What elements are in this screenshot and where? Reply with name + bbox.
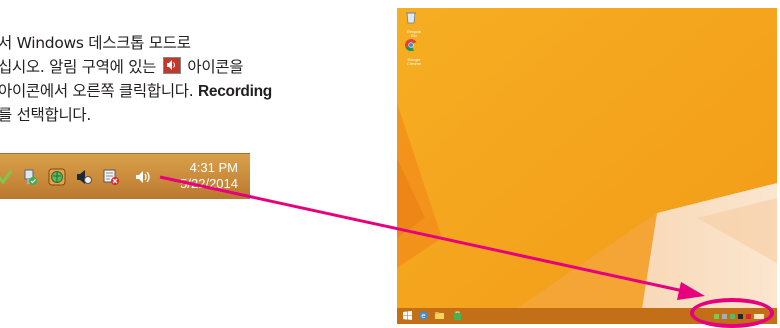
clock-date: 5/22/2014	[180, 176, 238, 191]
volume-icon[interactable]	[134, 168, 152, 186]
tray-clock[interactable]: 4:31 PM 5/22/2014	[180, 160, 238, 192]
instruction-line-2: 십시오. 알림 구역에 있는 아이콘을	[0, 55, 383, 79]
instruction-line-4: 를 선택합니다.	[0, 106, 92, 124]
instruction-text: 서 Windows 데스크톱 모드로 십시오. 알림 구역에 있는 아이콘을 아…	[0, 31, 383, 127]
instruction-line-2-before: 십시오. 알림 구역에 있는	[0, 58, 161, 76]
recycle-bin-icon	[406, 12, 416, 24]
svg-text:e: e	[421, 312, 425, 320]
instruction-line-3-text: 아이콘에서 오른쪽 클릭합니다.	[0, 82, 198, 100]
desktop-screenshot: Recycle Bin Google Chrome e	[397, 8, 777, 324]
chrome-icon	[405, 39, 418, 52]
desktop-icon-chrome[interactable]: Google Chrome	[404, 38, 424, 66]
store-icon[interactable]	[453, 311, 462, 320]
notification-area-crop: 4:31 PM 5/22/2014	[0, 153, 250, 199]
file-explorer-icon[interactable]	[435, 311, 444, 320]
network-globe-icon[interactable]	[48, 168, 66, 186]
speaker-muted-icon[interactable]	[74, 168, 92, 186]
desktop-icon-recycle-bin[interactable]: Recycle Bin	[404, 10, 424, 38]
internet-explorer-icon[interactable]: e	[419, 311, 428, 320]
chrome-label: Google Chrome	[406, 57, 422, 66]
action-center-icon[interactable]	[102, 168, 120, 186]
clock-time: 4:31 PM	[189, 160, 238, 175]
usb-icon[interactable]	[20, 168, 38, 186]
desktop-wallpaper	[397, 8, 777, 324]
recording-label: Recording	[198, 83, 272, 100]
instruction-line-1: 서 Windows 데스크톱 모드로	[0, 34, 191, 52]
recycle-bin-label: Recycle Bin	[406, 29, 422, 38]
start-icon[interactable]	[403, 311, 412, 320]
checkmark-icon[interactable]	[0, 168, 14, 186]
instruction-line-2-after: 아이콘을	[182, 58, 244, 76]
instruction-line-3: 아이콘에서 오른쪽 클릭합니다. Recording	[0, 79, 383, 103]
highlight-circle	[690, 298, 774, 328]
speaker-icon	[162, 57, 181, 74]
